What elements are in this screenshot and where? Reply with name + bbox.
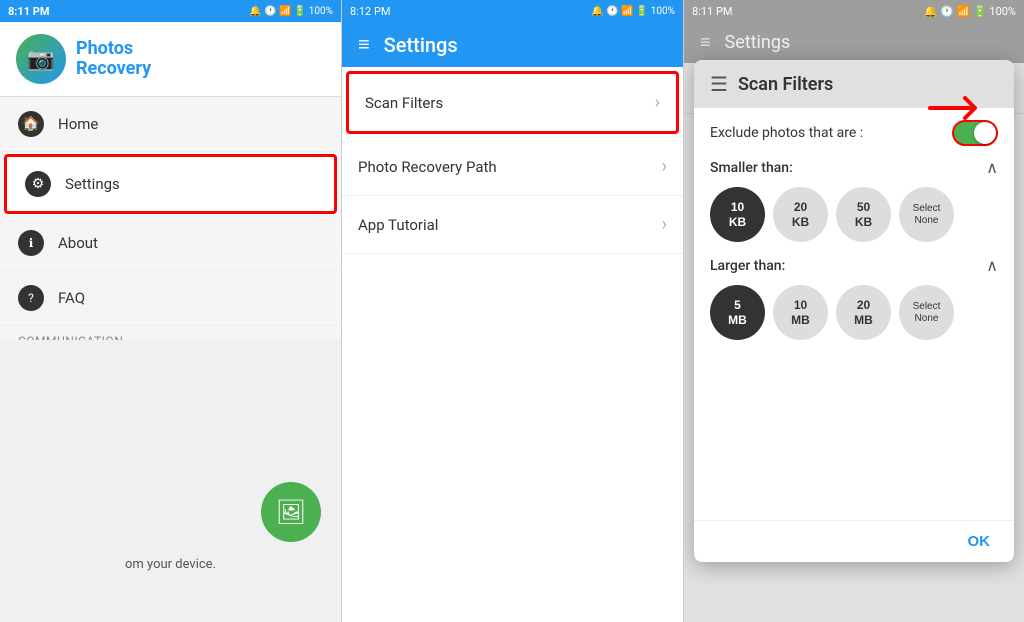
- nav-about-label: About: [58, 234, 98, 252]
- section-communication: Communication: [0, 326, 341, 340]
- screen3-scan-filters: 8:11 PM 🔔 🕐 📶 🔋 100% ≡ Settings Scan Fil…: [684, 0, 1024, 622]
- toggle-switch[interactable]: [952, 120, 998, 146]
- nav-item-settings[interactable]: ⚙ Settings: [4, 154, 337, 214]
- screen3-hamburger-icon: ≡: [700, 32, 711, 53]
- chevron-up-icon-2: ∧: [986, 256, 998, 275]
- chevron-right-icon: ›: [655, 92, 660, 113]
- size-btn-select-none-small[interactable]: SelectNone: [899, 187, 954, 242]
- recovered-badge: 🖼: [261, 482, 321, 542]
- screen1-status-bar: 8:11 PM 🔔 🕐 📶 🔋 100%: [0, 0, 341, 22]
- dialog-title: Scan Filters: [738, 74, 833, 95]
- screen2-time: 8:12 PM: [350, 5, 390, 18]
- screen3-status-icons: 🔔 🕐 📶 🔋 100%: [924, 5, 1016, 18]
- exclude-row: Exclude photos that are :: [710, 120, 998, 146]
- larger-than-label: Larger than:: [710, 258, 785, 274]
- smaller-size-options: 10KB 20KB 50KB SelectNone: [710, 187, 998, 242]
- exclude-label: Exclude photos that are :: [710, 125, 863, 141]
- app-header: 📷 Photos Recovery: [0, 22, 341, 97]
- size-btn-10kb[interactable]: 10KB: [710, 187, 765, 242]
- settings-list: Scan Filters › Photo Recovery Path › App…: [342, 67, 683, 622]
- screen2-status-icons: 🔔 🕐 📶 🔋 100%: [591, 6, 675, 17]
- scan-filters-label: Scan Filters: [365, 94, 443, 112]
- nav-faq-label: FAQ: [58, 289, 85, 307]
- settings-item-scan-filters[interactable]: Scan Filters ›: [346, 71, 679, 134]
- size-btn-50kb[interactable]: 50KB: [836, 187, 891, 242]
- screen3-time: 8:11 PM: [692, 5, 732, 18]
- recovered-text: om your device.: [125, 557, 216, 572]
- settings-header: ≡ Settings: [342, 22, 683, 67]
- settings-icon: ⚙: [25, 171, 51, 197]
- screen1-time: 8:11 PM: [8, 5, 50, 18]
- scan-filters-dialog: ☰ Scan Filters Exclude photos that are :…: [694, 60, 1014, 562]
- larger-than-header: Larger than: ∧: [710, 256, 998, 275]
- dialog-header: ☰ Scan Filters: [694, 60, 1014, 108]
- size-btn-20kb[interactable]: 20KB: [773, 187, 828, 242]
- size-btn-select-none-large[interactable]: SelectNone: [899, 285, 954, 340]
- screen1-status-icons: 🔔 🕐 📶 🔋 100%: [249, 6, 333, 17]
- screen2-status-bar: 8:12 PM 🔔 🕐 📶 🔋 100%: [342, 0, 683, 22]
- smaller-than-label: Smaller than:: [710, 160, 793, 176]
- chevron-right-icon-2: ›: [662, 156, 667, 177]
- settings-title: Settings: [384, 33, 458, 57]
- chevron-up-icon: ∧: [986, 158, 998, 177]
- screen2-settings: 8:12 PM 🔔 🕐 📶 🔋 100% ≡ Settings Scan Fil…: [342, 0, 684, 622]
- screen1-main: 🖼 om your device.: [0, 340, 341, 622]
- filter-icon: ☰: [710, 72, 728, 96]
- faq-icon: ?: [18, 285, 44, 311]
- nav-item-faq[interactable]: ? FAQ: [0, 271, 341, 326]
- size-btn-5mb[interactable]: 5MB: [710, 285, 765, 340]
- nav-home-label: Home: [58, 115, 98, 133]
- ok-button[interactable]: OK: [960, 529, 999, 554]
- nav-settings-label: Settings: [65, 175, 120, 193]
- settings-item-app-tutorial[interactable]: App Tutorial ›: [342, 196, 683, 254]
- screen3-header-title: Settings: [725, 32, 791, 53]
- app-name: Photos Recovery: [76, 39, 151, 79]
- photo-recovery-label: Photo Recovery Path: [358, 158, 497, 176]
- nav-item-home[interactable]: 🏠 Home: [0, 97, 341, 152]
- size-btn-20mb[interactable]: 20MB: [836, 285, 891, 340]
- hamburger-icon[interactable]: ≡: [358, 32, 370, 57]
- nav-list: 🏠 Home ⚙ Settings ℹ About ? FAQ Communic…: [0, 97, 341, 340]
- chevron-right-icon-3: ›: [662, 214, 667, 235]
- app-tutorial-label: App Tutorial: [358, 216, 438, 234]
- smaller-than-header: Smaller than: ∧: [710, 158, 998, 177]
- nav-item-about[interactable]: ℹ About: [0, 216, 341, 271]
- about-icon: ℹ: [18, 230, 44, 256]
- app-logo: 📷: [16, 34, 66, 84]
- toggle-knob: [974, 122, 996, 144]
- larger-size-options: 5MB 10MB 20MB SelectNone: [710, 285, 998, 340]
- home-icon: 🏠: [18, 111, 44, 137]
- dialog-body: Exclude photos that are : Smaller than: …: [694, 108, 1014, 520]
- settings-item-photo-recovery[interactable]: Photo Recovery Path ›: [342, 138, 683, 196]
- screen3-status-bar: 8:11 PM 🔔 🕐 📶 🔋 100%: [684, 0, 1024, 22]
- size-btn-10mb[interactable]: 10MB: [773, 285, 828, 340]
- dialog-footer: OK: [694, 520, 1014, 562]
- screen1-side-menu: 8:11 PM 🔔 🕐 📶 🔋 100% 📷 Photos Recovery 🏠…: [0, 0, 342, 622]
- screen3-topbar: ≡ Settings: [684, 22, 1024, 63]
